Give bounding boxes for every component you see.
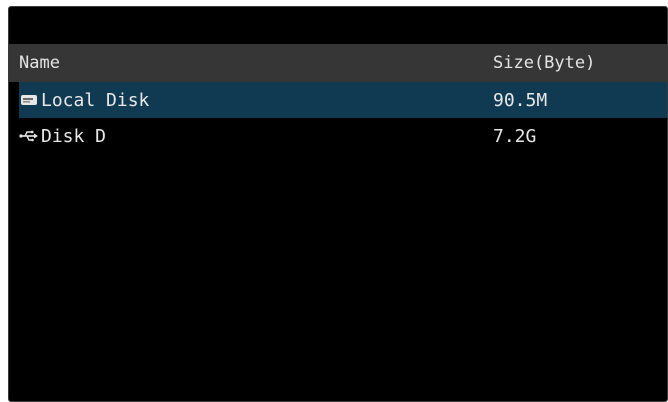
list-item-disk-d[interactable]: Disk D 7.2G: [19, 118, 667, 154]
list-item-local-disk[interactable]: Local Disk 90.5M: [19, 82, 667, 118]
list-item-size: 7.2G: [493, 125, 537, 147]
list-item-name: Disk D: [41, 125, 107, 147]
hard-disk-icon: [19, 90, 39, 110]
list-item-name-cell: Disk D: [19, 118, 106, 154]
file-browser-panel: Name Size(Byte) Local Disk 90.5M Disk D …: [8, 6, 668, 402]
column-header-name[interactable]: Name: [19, 44, 60, 82]
list-item-name: Local Disk: [41, 89, 150, 111]
list-item-size: 90.5M: [493, 89, 548, 111]
list-item-name-cell: Local Disk: [19, 82, 149, 118]
column-header-size[interactable]: Size(Byte): [493, 44, 595, 82]
column-header-row: Name Size(Byte): [9, 44, 667, 82]
usb-icon: [19, 126, 39, 146]
